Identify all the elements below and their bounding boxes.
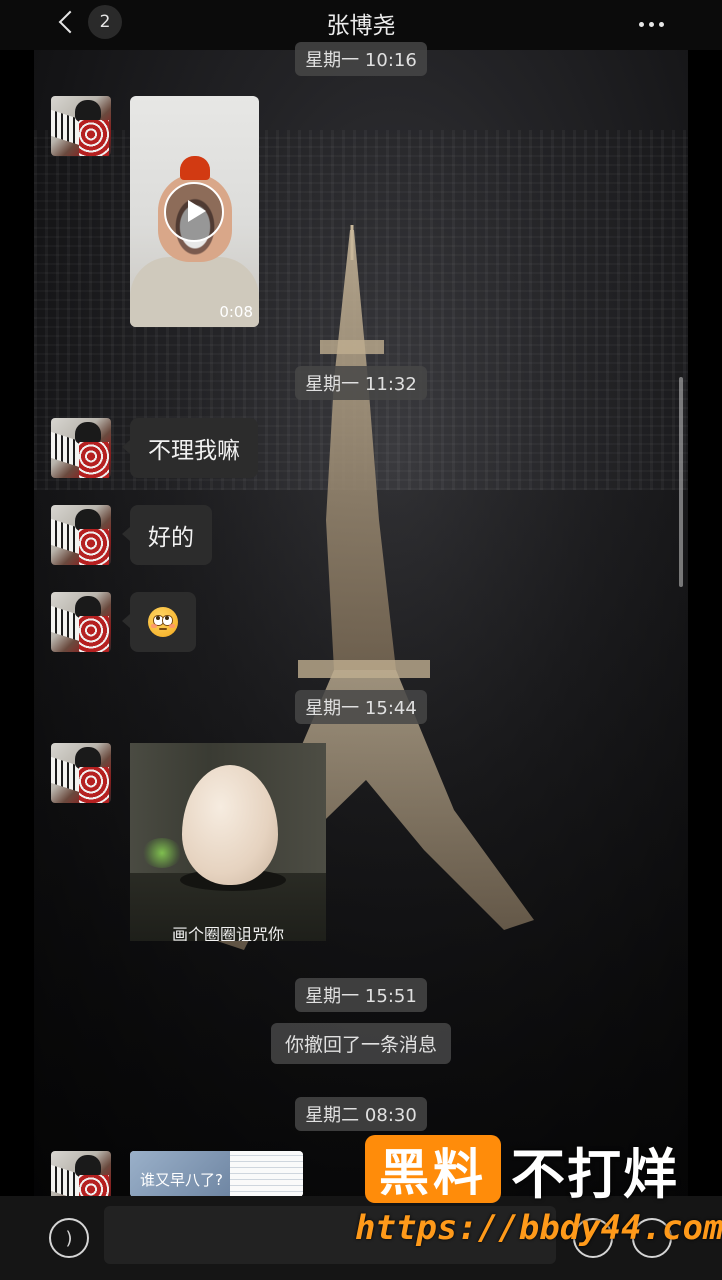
avatar[interactable] — [51, 592, 111, 652]
sticker-grass — [142, 838, 182, 868]
image-message[interactable]: 谁又早八了? — [130, 1151, 303, 1197]
frame-right — [688, 0, 722, 1280]
image-text: 谁又早八了? — [140, 1171, 223, 1189]
avatar[interactable] — [51, 96, 111, 156]
avatar-hair — [75, 596, 101, 618]
emoji-message[interactable] — [122, 592, 196, 652]
avatar[interactable] — [51, 505, 111, 565]
watermark-box: 黑料 — [365, 1135, 501, 1203]
avatar-shirt — [79, 616, 109, 652]
timestamp-text: 星期二 08:30 — [295, 1097, 427, 1131]
timestamp: 星期二 08:30 — [0, 1097, 722, 1131]
voice-button[interactable]: ) — [49, 1218, 89, 1258]
text-message[interactable]: 不理我嘛 — [122, 418, 258, 478]
ellipsis-dot — [659, 21, 664, 27]
flushed-face-icon — [148, 607, 178, 637]
voice-icon: ) — [65, 1227, 73, 1249]
timestamp: 星期一 15:51 — [0, 978, 722, 1012]
recall-notice-text: 你撤回了一条消息 — [270, 1023, 451, 1064]
video-message[interactable]: 0:08 — [130, 96, 259, 327]
play-icon[interactable] — [164, 182, 224, 242]
ellipsis-icon — [639, 21, 644, 27]
avatar-shirt — [79, 767, 109, 803]
avatar-shirt — [79, 529, 109, 565]
video-comb — [180, 156, 210, 180]
avatar[interactable] — [51, 418, 111, 478]
timestamp: 星期一 10:16 — [0, 42, 722, 76]
message-text: 不理我嘛 — [148, 438, 240, 464]
avatar-hair — [75, 747, 101, 769]
timestamp-text: 星期一 11:32 — [295, 366, 427, 400]
text-message[interactable]: 好的 — [122, 505, 212, 565]
ellipsis-dot — [649, 21, 654, 27]
watermark-url: https://bbdy44.com — [355, 1208, 722, 1248]
watermark-brand: 黑料 不打烊 — [365, 1133, 679, 1206]
avatar[interactable] — [51, 743, 111, 803]
watermark-text: 不打烊 — [511, 1142, 679, 1206]
timestamp: 星期一 11:32 — [0, 366, 722, 400]
emoji-mouth — [159, 628, 167, 630]
avatar-hair — [75, 1155, 101, 1177]
emoji-blush — [151, 624, 157, 628]
message-text: 好的 — [148, 525, 194, 551]
sticker-caption: 画个圈圈诅咒你 — [171, 925, 284, 941]
chat-screen: 2 张博尧 星期一 10:16 0:08 星期一 11:32 不理我嘛 好的 星… — [0, 0, 722, 1280]
emoji-blush — [169, 624, 175, 628]
timestamp-text: 星期一 10:16 — [295, 42, 427, 76]
system-notice: 你撤回了一条消息 — [0, 1023, 722, 1064]
image-right — [230, 1151, 303, 1197]
timestamp-text: 星期一 15:51 — [295, 978, 427, 1012]
scrollbar[interactable] — [679, 377, 683, 587]
avatar-hair — [75, 100, 101, 122]
avatar-hair — [75, 422, 101, 444]
frame-left — [0, 0, 34, 1280]
sticker-message[interactable]: 画个圈圈诅咒你 — [130, 743, 326, 941]
avatar-shirt — [79, 120, 109, 156]
more-button[interactable] — [639, 14, 664, 34]
timestamp-text: 星期一 15:44 — [295, 690, 427, 724]
timestamp: 星期一 15:44 — [0, 690, 722, 724]
avatar-hair — [75, 509, 101, 531]
chat-title: 张博尧 — [326, 13, 396, 39]
video-duration: 0:08 — [219, 303, 253, 321]
avatar-shirt — [79, 442, 109, 478]
